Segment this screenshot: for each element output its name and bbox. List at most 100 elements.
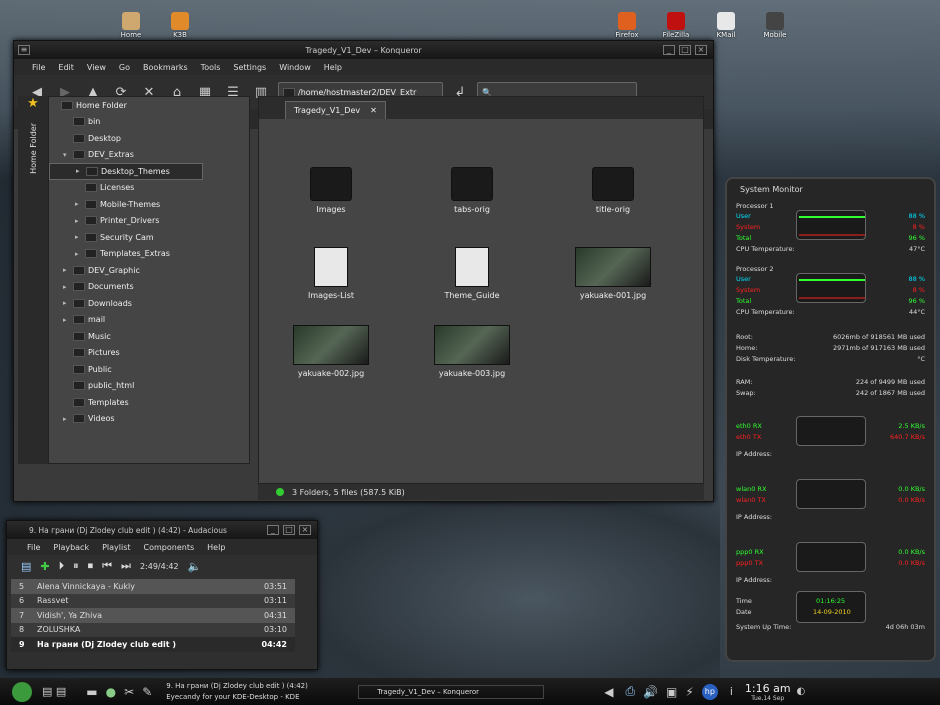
desktop-icon-home[interactable]: Home [106,12,156,39]
menu-file[interactable]: File [27,543,40,552]
konqueror-titlebar[interactable]: ≡ Tragedy_V1_Dev – Konqueror _ □ × [14,41,713,59]
menu-components[interactable]: Components [144,543,195,552]
tree-item[interactable]: ▸ Documents [49,279,249,296]
play-icon[interactable]: ⏵ [59,559,65,573]
sidebar-home-folder-tab[interactable]: Home Folder [29,123,38,174]
tree-item[interactable]: public_html [49,378,249,395]
tree-item[interactable]: Templates [49,394,249,411]
tree-item[interactable]: bin [49,114,249,131]
desktop-icon-kmail[interactable]: KMail [701,12,751,39]
next-icon[interactable]: ⏭ [121,559,131,573]
file-item[interactable]: Images-List [276,247,386,300]
previous-icon[interactable]: ⏮ [102,559,112,573]
tree-item[interactable]: ▸ mail [49,312,249,329]
tree-item[interactable]: Home Folder [49,97,249,114]
expand-arrow-icon[interactable]: ▸ [75,217,85,225]
tree-item[interactable]: ▸ Videos [49,411,249,428]
task-audacious[interactable]: 9. На грани (Dj Zlodey club edit ) (4:42… [166,681,346,692]
menu-bookmarks[interactable]: Bookmarks [143,63,188,72]
tree-item[interactable]: ▸ Printer_Drivers [49,213,249,230]
maximize-icon[interactable]: □ [679,45,691,55]
menu-tools[interactable]: Tools [201,63,221,72]
menu-help[interactable]: Help [324,63,342,72]
playlist-row[interactable]: 5 Alena Vinnickaya - Kukly 03:51 [11,579,295,594]
tools-icon[interactable]: ✂ [124,685,134,699]
expand-arrow-icon[interactable]: ▸ [75,233,85,241]
hp-icon[interactable]: hp [701,683,718,700]
expand-arrow-icon[interactable]: ▸ [75,250,85,258]
file-item[interactable]: title-orig [558,167,668,214]
desktop-icon-filezilla[interactable]: FileZilla [651,12,701,39]
desktop-icon-k3b[interactable]: K3B [155,12,205,39]
tree-item[interactable]: ▸ Security Cam [49,229,249,246]
file-item[interactable]: Images [276,167,386,214]
expand-arrow-icon[interactable]: ▾ [63,151,73,159]
printer-icon[interactable]: ⎙ [625,684,635,699]
show-desktop-icon[interactable]: ▬ [86,685,97,699]
playlist-row[interactable]: 6 Rassvet 03:11 [11,593,295,608]
tree-item[interactable]: ▸ DEV_Graphic [49,262,249,279]
pause-icon[interactable]: ⏸ [73,559,79,573]
playlist-row[interactable]: 9 На грани (Dj Zlodey club edit ) 04:42 [11,637,295,652]
task-firefox[interactable]: Eyecandy for your KDE-Desktop - KDE [166,692,346,703]
close-icon[interactable]: × [695,45,707,55]
close-icon[interactable]: × [299,525,311,535]
expand-arrow-icon[interactable]: ▸ [63,316,73,324]
file-item[interactable]: yakuake-001.jpg [558,247,668,300]
expand-arrow-icon[interactable]: ▸ [75,200,85,208]
tree-item[interactable]: Music [49,328,249,345]
tab-tragedy[interactable]: Tragedy_V1_Dev ✕ [285,101,386,119]
desktop-icon-mobile[interactable]: Mobile [750,12,800,39]
tree-item[interactable]: ▸ Downloads [49,295,249,312]
tree-item[interactable]: ▸ Mobile-Themes [49,196,249,213]
tree-item[interactable]: Public [49,361,249,378]
audacious-titlebar[interactable]: 9. На грани (Dj Zlodey club edit ) (4:42… [7,521,317,539]
expand-arrow-icon[interactable]: ▸ [76,167,86,175]
file-item[interactable]: tabs-orig [417,167,527,214]
volume-icon[interactable]: 🔊 [643,685,658,699]
maximize-icon[interactable]: □ [283,525,295,535]
volume-icon[interactable]: 🔈 [188,560,202,573]
menu-go[interactable]: Go [119,63,130,72]
network-icon[interactable]: ⚡ [685,685,693,699]
tree-item[interactable]: ▸ Templates_Extras [49,246,249,263]
desktop-icon-firefox[interactable]: Firefox [602,12,652,39]
file-item[interactable]: Theme_Guide [417,247,527,300]
tray-arrow-icon[interactable]: ◀ [604,685,613,699]
menu-window[interactable]: Window [279,63,311,72]
notes-icon[interactable]: ✎ [142,685,152,699]
tab-close-icon[interactable]: ✕ [370,106,377,115]
minimize-icon[interactable]: _ [267,525,279,535]
clock[interactable]: 1:16 am Tue,14 Sep [745,682,791,702]
open-icon[interactable]: ▤ [21,560,31,573]
add-icon[interactable]: ✚ [40,560,49,573]
file-item[interactable]: yakuake-003.jpg [417,325,527,378]
kde-menu-icon[interactable] [12,681,32,702]
playlist-row[interactable]: 7 Vidish', Ya Zhiva 04:31 [11,608,295,623]
cashew-icon[interactable]: ◐ [797,686,806,697]
expand-arrow-icon[interactable]: ▸ [63,415,73,423]
expand-arrow-icon[interactable]: ▸ [63,299,73,307]
menu-edit[interactable]: Edit [58,63,74,72]
tree-item[interactable]: Licenses [49,180,249,197]
task-konqueror[interactable]: Tragedy_V1_Dev – Konqueror [358,684,545,699]
desktop-pager-icon[interactable]: ▤ ▤ [42,685,66,698]
expand-arrow-icon[interactable]: ▸ [63,283,73,291]
tree-item[interactable]: Pictures [49,345,249,362]
menu-help[interactable]: Help [207,543,225,552]
menu-playback[interactable]: Playback [53,543,89,552]
file-item[interactable]: yakuake-002.jpg [276,325,386,378]
tree-item[interactable]: ▸ Desktop_Themes [49,163,203,180]
stop-icon[interactable]: ⏹ [88,559,94,573]
tree-item[interactable]: Desktop [49,130,249,147]
info-icon[interactable]: i [730,685,733,698]
menu-view[interactable]: View [87,63,106,72]
menu-settings[interactable]: Settings [233,63,266,72]
bookmarks-star-icon[interactable]: ★ [18,96,48,111]
opensuse-icon[interactable]: ● [106,685,116,699]
clipboard-icon[interactable]: ▣ [666,685,677,699]
menu-playlist[interactable]: Playlist [102,543,130,552]
tree-item[interactable]: ▾ DEV_Extras [49,147,249,164]
menu-file[interactable]: File [32,63,45,72]
playlist-row[interactable]: 8 ZOLUSHKA 03:10 [11,622,295,637]
